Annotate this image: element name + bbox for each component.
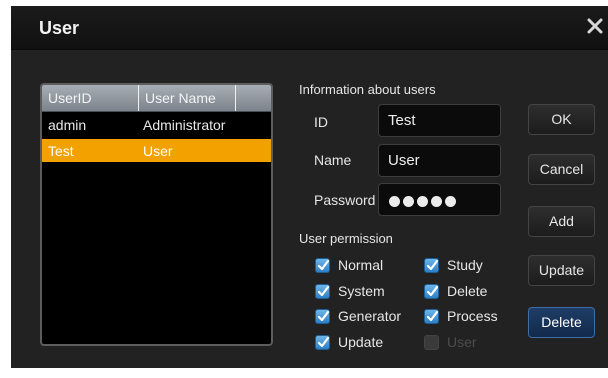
checkbox-icon xyxy=(424,258,439,273)
list-row-admin[interactable]: admin Administrator xyxy=(42,113,271,136)
permission-label: Delete xyxy=(447,283,488,299)
add-button[interactable]: Add xyxy=(528,206,595,237)
permission-label: Update xyxy=(338,334,384,350)
cancel-button[interactable]: Cancel xyxy=(528,154,595,185)
permission-label: Normal xyxy=(338,257,384,273)
column-separator xyxy=(235,85,236,111)
column-separator xyxy=(138,85,139,111)
cell-userid: Test xyxy=(48,143,74,159)
info-section-label: Information about users xyxy=(299,82,436,97)
checkbox-icon xyxy=(424,284,439,299)
permission-label: Study xyxy=(447,257,483,273)
list-header: UserID User Name xyxy=(42,85,271,112)
checkbox-icon xyxy=(424,335,439,350)
name-label: Name xyxy=(314,152,352,168)
cell-userid: admin xyxy=(48,117,87,133)
permission-label: User xyxy=(447,334,477,350)
list-row-test[interactable]: Test User xyxy=(42,139,271,162)
password-dot xyxy=(431,196,442,207)
checkbox-icon xyxy=(315,284,330,299)
dialog-title: User xyxy=(39,18,80,38)
close-icon[interactable] xyxy=(585,16,605,36)
password-dot xyxy=(403,196,414,207)
password-dot xyxy=(389,196,400,207)
cell-username: User xyxy=(143,143,173,159)
id-field[interactable]: Test xyxy=(378,104,501,137)
id-value: Test xyxy=(388,112,416,129)
password-mask xyxy=(389,194,459,211)
ok-button[interactable]: OK xyxy=(528,104,595,135)
name-field[interactable]: User xyxy=(378,144,501,177)
checkbox-icon xyxy=(315,309,330,324)
password-dot xyxy=(417,196,428,207)
checkbox-icon xyxy=(315,335,330,350)
password-dot xyxy=(445,196,456,207)
permission-label: Generator xyxy=(338,308,402,324)
name-value: User xyxy=(388,152,420,169)
cell-username: Administrator xyxy=(143,117,226,133)
id-label: ID xyxy=(314,114,328,130)
permission-label: System xyxy=(338,283,385,299)
column-header-userid[interactable]: UserID xyxy=(48,90,92,106)
password-field[interactable] xyxy=(378,183,501,216)
delete-button[interactable]: Delete xyxy=(528,307,595,338)
column-header-username[interactable]: User Name xyxy=(145,90,216,106)
permission-section-label: User permission xyxy=(299,231,393,246)
update-button[interactable]: Update xyxy=(528,255,595,286)
title-bar: User xyxy=(11,6,608,50)
permission-label: Process xyxy=(447,308,498,324)
checkbox-icon xyxy=(424,309,439,324)
user-list[interactable]: UserID User Name admin Administrator Tes… xyxy=(40,83,273,346)
password-label: Password xyxy=(314,192,376,208)
user-dialog: User UserID User Name admin Administrato… xyxy=(11,6,608,368)
checkbox-icon xyxy=(315,258,330,273)
